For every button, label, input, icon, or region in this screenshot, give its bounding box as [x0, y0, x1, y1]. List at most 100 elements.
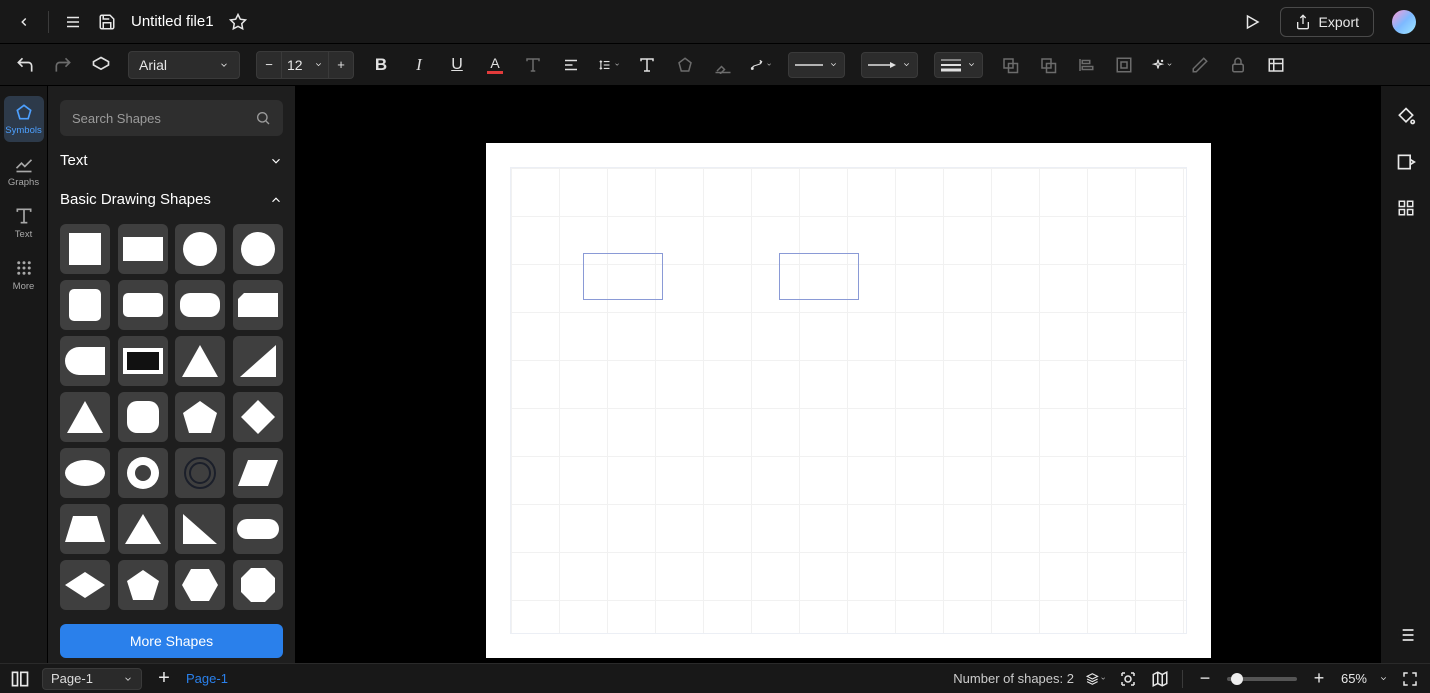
shape-rounded-rect[interactable]	[118, 280, 168, 330]
zoom-out-button[interactable]: −	[1195, 669, 1215, 689]
shape-donut[interactable]	[118, 448, 168, 498]
shape-style-button[interactable]	[674, 54, 696, 76]
shape-hexagon[interactable]	[175, 560, 225, 610]
shapes-panel: Search Shapes Text Basic Drawing Shapes	[48, 86, 296, 663]
focus-icon[interactable]	[1118, 669, 1138, 689]
undo-button[interactable]	[14, 54, 36, 76]
align-objects-button[interactable]	[1075, 54, 1097, 76]
shape-triangle-3[interactable]	[118, 504, 168, 554]
send-back-button[interactable]	[999, 54, 1021, 76]
shape-pentagon[interactable]	[175, 392, 225, 442]
apps-grid-icon[interactable]	[1396, 198, 1416, 218]
shape-right-triangle-up[interactable]	[233, 336, 283, 386]
table-button[interactable]	[1265, 54, 1287, 76]
shape-frame[interactable]	[118, 336, 168, 386]
search-shapes-input[interactable]: Search Shapes	[60, 100, 283, 136]
shape-snip-rect[interactable]	[233, 280, 283, 330]
italic-button[interactable]: I	[408, 54, 430, 76]
canvas-area[interactable]	[296, 86, 1380, 663]
shape-ring-outline[interactable]	[175, 448, 225, 498]
font-size-value: 12	[287, 57, 303, 73]
edit-button[interactable]	[1189, 54, 1211, 76]
line-style-select[interactable]	[788, 52, 845, 78]
shape-pill[interactable]	[233, 504, 283, 554]
zoom-value[interactable]: 65%	[1341, 671, 1367, 686]
font-color-button[interactable]: A	[484, 54, 506, 76]
canvas-shape-rect[interactable]	[779, 253, 859, 300]
user-avatar[interactable]	[1392, 10, 1416, 34]
map-icon[interactable]	[1150, 669, 1170, 689]
save-icon[interactable]	[97, 12, 117, 32]
chevron-down-icon[interactable]	[1379, 674, 1388, 683]
add-page-button[interactable]: +	[154, 669, 174, 689]
insert-text-button[interactable]	[636, 54, 658, 76]
rail-graphs[interactable]: Graphs	[4, 148, 44, 194]
file-title[interactable]: Untitled file1	[131, 13, 214, 30]
chevron-down-icon	[269, 154, 283, 168]
shape-square[interactable]	[60, 224, 110, 274]
page-select[interactable]: Page-1	[42, 668, 142, 690]
rail-symbols[interactable]: Symbols	[4, 96, 44, 142]
font-family-select[interactable]: Arial	[128, 51, 240, 79]
page-tab[interactable]: Page-1	[186, 671, 228, 686]
shape-pill-rect[interactable]	[175, 280, 225, 330]
shape-trapezoid[interactable]	[60, 504, 110, 554]
shape-rectangle[interactable]	[118, 224, 168, 274]
shape-rounded-square[interactable]	[60, 280, 110, 330]
shape-diamond-flat[interactable]	[60, 560, 110, 610]
underline-button[interactable]: U	[446, 54, 468, 76]
shape-triangle-2[interactable]	[60, 392, 110, 442]
connector-button[interactable]	[750, 54, 772, 76]
align-button[interactable]	[560, 54, 582, 76]
font-size-increase[interactable]: +	[328, 51, 354, 79]
shape-ellipse[interactable]	[60, 448, 110, 498]
zoom-slider[interactable]	[1227, 677, 1297, 681]
outline-panel-icon[interactable]	[10, 669, 30, 689]
shape-octagon[interactable]	[233, 560, 283, 610]
arrow-style-select[interactable]	[861, 52, 918, 78]
group-button[interactable]	[1113, 54, 1135, 76]
canvas-paper[interactable]	[486, 143, 1211, 658]
more-shapes-button[interactable]: More Shapes	[60, 624, 283, 658]
font-size-decrease[interactable]: −	[256, 51, 282, 79]
shape-right-triangle[interactable]	[175, 504, 225, 554]
fullscreen-button[interactable]	[1400, 669, 1420, 689]
bring-front-button[interactable]	[1037, 54, 1059, 76]
line-weight-select[interactable]	[934, 52, 983, 78]
line-spacing-button[interactable]	[598, 54, 620, 76]
shape-parallelogram[interactable]	[233, 448, 283, 498]
lock-button[interactable]	[1227, 54, 1249, 76]
ai-sparkle-button[interactable]	[1151, 54, 1173, 76]
shape-pentagon-2[interactable]	[118, 560, 168, 610]
export-button[interactable]: Export	[1280, 7, 1374, 37]
font-size-select[interactable]: 12	[282, 51, 328, 79]
shape-circle[interactable]	[175, 224, 225, 274]
layers-list-icon[interactable]	[1396, 625, 1416, 645]
back-button[interactable]	[14, 12, 34, 32]
hamburger-menu-icon[interactable]	[63, 12, 83, 32]
favorite-star-icon[interactable]	[228, 12, 248, 32]
rail-text[interactable]: Text	[4, 200, 44, 246]
more-shapes-label: More Shapes	[130, 633, 213, 649]
canvas-shape-rect[interactable]	[583, 253, 663, 300]
section-basic-shapes[interactable]: Basic Drawing Shapes	[60, 185, 283, 214]
fill-tool-icon[interactable]	[1396, 106, 1416, 126]
redo-button[interactable]	[52, 54, 74, 76]
format-painter-button[interactable]	[90, 54, 112, 76]
shapes-grid	[60, 224, 283, 614]
shape-triangle[interactable]	[175, 336, 225, 386]
layers-icon[interactable]	[1086, 669, 1106, 689]
export-panel-icon[interactable]	[1396, 152, 1416, 172]
rail-more[interactable]: More	[4, 252, 44, 298]
highlight-button[interactable]	[712, 54, 734, 76]
shape-circle-2[interactable]	[233, 224, 283, 274]
shape-diamond[interactable]	[233, 392, 283, 442]
play-button[interactable]	[1242, 12, 1262, 32]
bold-button[interactable]: B	[370, 54, 392, 76]
section-text[interactable]: Text	[60, 146, 283, 175]
shape-rounded-square-2[interactable]	[118, 392, 168, 442]
zoom-in-button[interactable]: +	[1309, 669, 1329, 689]
text-case-button[interactable]	[522, 54, 544, 76]
font-family-value: Arial	[139, 57, 167, 73]
shape-half-rounded[interactable]	[60, 336, 110, 386]
